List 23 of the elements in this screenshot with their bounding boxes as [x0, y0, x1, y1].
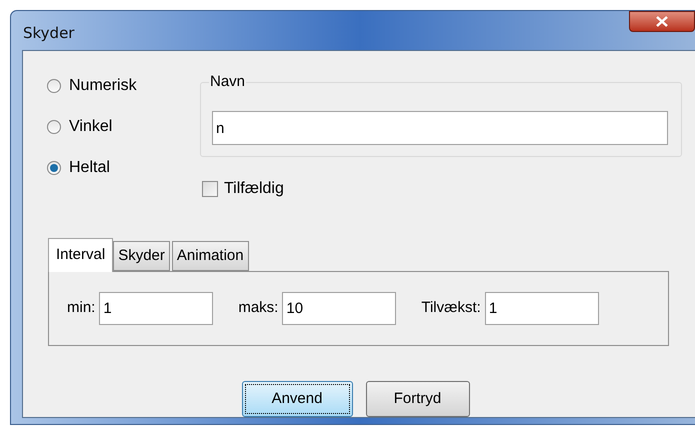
radio-label: Heltal: [69, 158, 110, 178]
dialog-button[interactable]: Fortryd: [366, 381, 470, 417]
field-label: maks:: [238, 298, 278, 318]
name-field[interactable]: n: [212, 111, 668, 145]
dialog-button[interactable]: Anvend: [242, 381, 352, 417]
field-label: min:: [67, 298, 96, 318]
close-button[interactable]: [629, 11, 695, 32]
radio-label: Numerisk: [69, 76, 137, 96]
number-field[interactable]: 1: [484, 292, 599, 325]
radio-button[interactable]: [47, 79, 61, 93]
number-field[interactable]: 10: [282, 292, 396, 325]
radio-button[interactable]: [47, 120, 61, 134]
close-icon: [656, 16, 668, 27]
field-label: Tilvækst:: [421, 298, 481, 318]
checkbox-label: Tilfældig: [224, 179, 284, 199]
tab[interactable]: Animation: [172, 241, 249, 271]
tab[interactable]: Interval: [48, 238, 114, 272]
tab[interactable]: Skyder: [113, 241, 170, 271]
number-field[interactable]: 1: [99, 292, 214, 325]
checkbox[interactable]: [202, 181, 218, 197]
window-title: Skyder: [23, 23, 74, 44]
radio-button[interactable]: [47, 161, 61, 175]
radio-label: Vinkel: [69, 117, 112, 137]
